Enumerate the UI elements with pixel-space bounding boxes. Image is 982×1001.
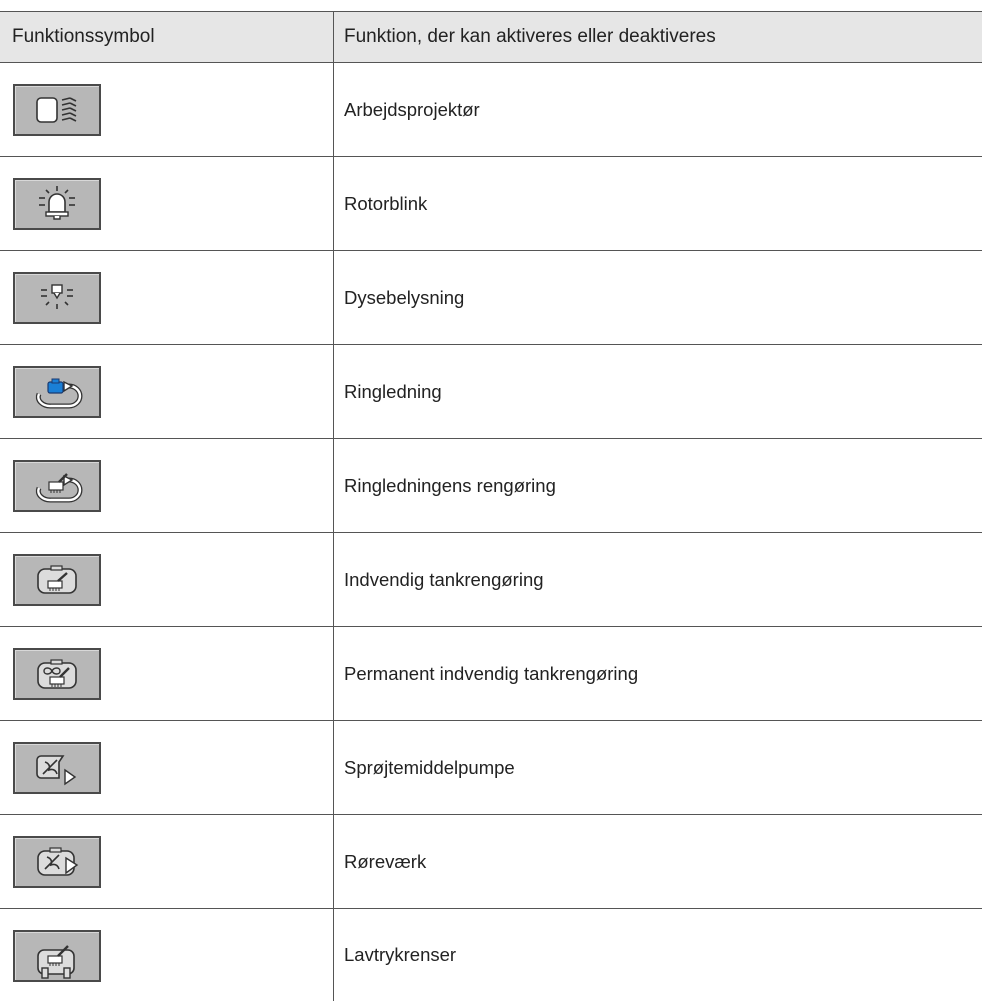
row-label: Dysebelysning (344, 286, 465, 308)
row-label: Lavtrykrenser (344, 944, 457, 965)
tank-interior-cleaning-icon[interactable] (13, 554, 101, 606)
low-pressure-cleaner-icon[interactable] (13, 930, 101, 982)
agitator-icon[interactable] (13, 836, 101, 888)
table-row: Sprøjtemiddelpumpe (0, 721, 982, 815)
table-row: Ringledningens rengøring (0, 439, 982, 533)
row-label: Indvendig tankrengøring (344, 568, 544, 590)
work-light-icon[interactable] (13, 84, 101, 136)
table-row: Lavtrykrenser (0, 909, 982, 1001)
row-label: Ringledningens rengøring (344, 474, 556, 496)
circulation-line-icon[interactable] (13, 366, 101, 418)
circulation-line-cleaning-icon[interactable] (13, 460, 101, 512)
row-label: Permanent indvendig tankrengøring (344, 662, 639, 684)
sprayer-pump-icon[interactable] (13, 742, 101, 794)
row-label: Rotorblink (344, 192, 428, 214)
row-label: Røreværk (344, 850, 427, 872)
table-row: Indvendig tankrengøring (0, 533, 982, 627)
table-row: Rotorblink (0, 157, 982, 251)
row-label: Sprøjtemiddelpumpe (344, 756, 515, 778)
table-header: Funktionssymbol Funktion, der kan aktive… (0, 11, 982, 63)
header-function-symbol: Funktionssymbol (0, 12, 334, 62)
table-row: Arbejdsprojektør (0, 63, 982, 157)
permanent-tank-cleaning-icon[interactable] (13, 648, 101, 700)
row-label: Arbejdsprojektør (344, 98, 480, 120)
rotating-beacon-icon[interactable] (13, 178, 101, 230)
table-row: Røreværk (0, 815, 982, 909)
row-label: Ringledning (344, 380, 442, 402)
table-row: Dysebelysning (0, 251, 982, 345)
nozzle-lighting-icon[interactable] (13, 272, 101, 324)
header-function-description: Funktion, der kan aktiveres eller deakti… (344, 26, 716, 47)
table-row: Permanent indvendig tankrengøring (0, 627, 982, 721)
function-symbol-table: Funktionssymbol Funktion, der kan aktive… (0, 11, 982, 1001)
table-row: Ringledning (0, 345, 982, 439)
